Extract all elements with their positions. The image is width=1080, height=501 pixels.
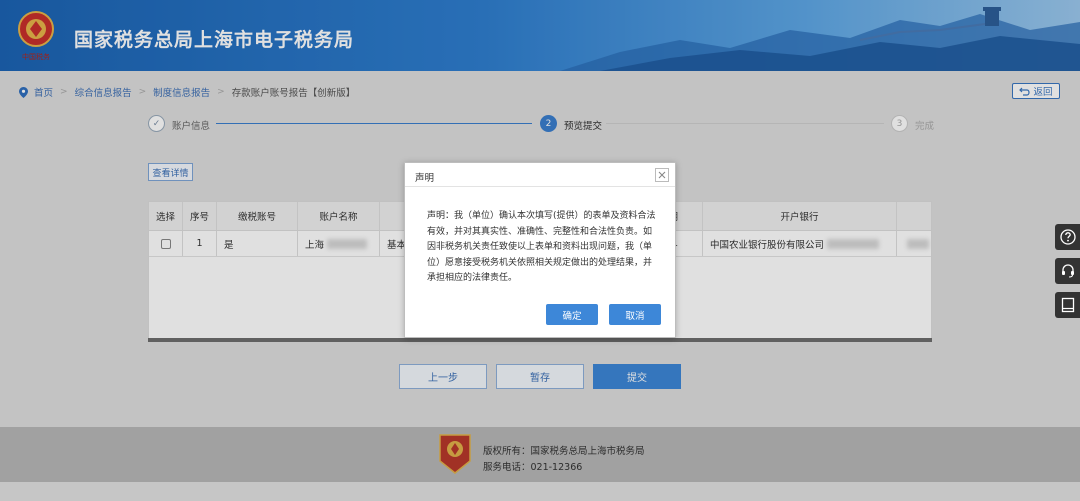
customer-service-icon xyxy=(1061,264,1074,278)
dialog-message: 声明：我（单位）确认本次填写(提供）的表单及资料合法有效，并对其真实性、准确性、… xyxy=(427,211,656,283)
dialog-title: 声明 xyxy=(415,173,435,184)
dialog-close-button[interactable] xyxy=(655,168,669,182)
cancel-button[interactable]: 取消 xyxy=(609,304,661,325)
close-icon xyxy=(658,171,666,179)
declaration-dialog: 声明 声明：我（单位）确认本次填写(提供）的表单及资料合法有效，并对其真实性、准… xyxy=(404,162,676,338)
confirm-button[interactable]: 确定 xyxy=(546,304,598,325)
dialog-header: 声明 xyxy=(405,163,675,187)
customer-service-button[interactable] xyxy=(1055,258,1080,284)
manual-icon xyxy=(1061,297,1074,313)
help-button[interactable] xyxy=(1055,224,1080,250)
help-icon xyxy=(1059,229,1076,245)
manual-button[interactable] xyxy=(1055,292,1080,318)
